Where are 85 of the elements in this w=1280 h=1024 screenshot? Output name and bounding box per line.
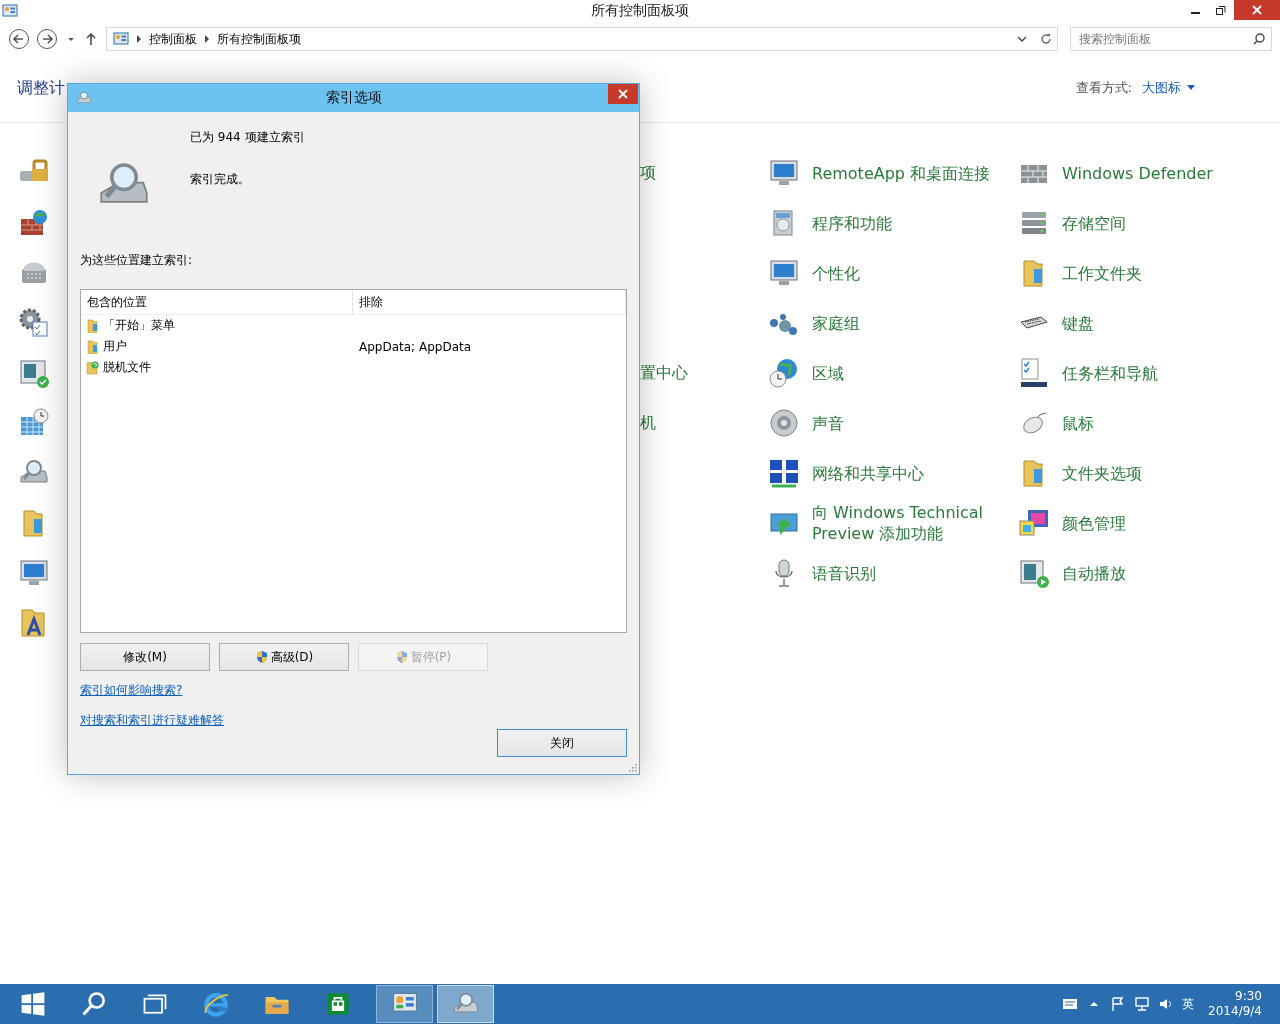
- refresh-icon[interactable]: [1039, 32, 1053, 46]
- close-button[interactable]: [1234, 0, 1280, 20]
- control-panel-link[interactable]: 向 Windows Technical Preview 添加功能: [812, 502, 997, 544]
- network-icon: [768, 457, 800, 489]
- control-panel-link[interactable]: 机: [640, 412, 656, 434]
- window-title: 所有控制面板项: [591, 2, 689, 18]
- control-panel-icon: [2, 3, 18, 19]
- control-panel-link[interactable]: 自动播放: [1062, 562, 1126, 584]
- control-panel-link[interactable]: 区域: [812, 362, 844, 384]
- close-button[interactable]: [608, 84, 638, 104]
- folder-icon: [85, 317, 101, 334]
- page-heading: 调整计: [17, 77, 65, 99]
- shield-icon: [254, 650, 269, 664]
- clock-time: 9:30: [1235, 989, 1262, 1004]
- network-icon[interactable]: [1134, 996, 1151, 1012]
- index-count-text: 已为 944 项建立索引: [190, 129, 305, 146]
- clock[interactable]: 9:30 2014/9/4: [1208, 989, 1262, 1019]
- close-icon: [1252, 5, 1262, 15]
- breadcrumb[interactable]: 所有控制面板项: [217, 30, 301, 48]
- control-panel-link[interactable]: 家庭组: [812, 312, 860, 334]
- control-panel-link[interactable]: 键盘: [1062, 312, 1094, 334]
- dialog-button[interactable]: 高级(D): [219, 643, 349, 671]
- checklist-icon: [1018, 357, 1050, 389]
- back-icon[interactable]: [8, 28, 30, 50]
- clock-date: 2014/9/4: [1208, 1004, 1262, 1019]
- minimize-icon: [1190, 12, 1200, 14]
- search-icon: [79, 990, 108, 1018]
- folder-sync-icon: [85, 359, 101, 376]
- control-panel-link[interactable]: 置中心: [640, 362, 688, 384]
- index-status-text: 索引完成。: [190, 171, 251, 188]
- dialog-button[interactable]: 修改(M): [80, 643, 210, 671]
- control-panel-link[interactable]: 项: [640, 162, 656, 184]
- help-link[interactable]: 索引如何影响搜索?: [80, 682, 183, 699]
- control-panel-link[interactable]: 存储空间: [1062, 212, 1126, 234]
- search-icon[interactable]: [1252, 32, 1266, 46]
- globe-clock-icon: [768, 357, 800, 389]
- gear-checklist-icon: [18, 307, 50, 339]
- control-panel-link[interactable]: 语音识别: [812, 562, 876, 584]
- excluded-text: AppData; AppData: [359, 339, 472, 354]
- control-panel-link[interactable]: 网络和共享中心: [812, 462, 924, 484]
- chevron-icon: [203, 35, 211, 43]
- control-panel-link[interactable]: 文件夹选项: [1062, 462, 1142, 484]
- view-by-label: 查看方式:: [1075, 79, 1132, 97]
- control-panel-link[interactable]: 工作文件夹: [1062, 262, 1142, 284]
- control-panel-link[interactable]: Windows Defender: [1062, 162, 1213, 184]
- resize-grip-icon[interactable]: [627, 762, 637, 772]
- browser-e-icon: [201, 990, 230, 1018]
- column-header[interactable]: 排除: [353, 290, 626, 315]
- taskbar-button[interactable]: [376, 985, 433, 1023]
- address-bar[interactable]: 控制面板 所有控制面板项: [106, 27, 1058, 51]
- close-icon: [618, 89, 628, 99]
- control-panel-link[interactable]: 声音: [812, 412, 844, 434]
- dialog-title: 索引选项: [325, 89, 382, 105]
- help-link[interactable]: 对搜索和索引进行疑难解答: [80, 712, 224, 729]
- locations-label: 为这些位置建立索引:: [80, 252, 194, 269]
- control-panel-link[interactable]: 鼠标: [1062, 412, 1094, 434]
- search-field[interactable]: 搜索控制面板: [1070, 27, 1272, 51]
- control-panel-link[interactable]: 个性化: [812, 262, 860, 284]
- up-arrow-icon[interactable]: [84, 32, 98, 46]
- control-panel-link[interactable]: RemoteApp 和桌面连接: [812, 162, 991, 184]
- location-name[interactable]: 用户: [103, 338, 127, 355]
- monitor-check-icon: [18, 357, 50, 389]
- column-header[interactable]: 包含的位置: [81, 290, 353, 315]
- location-name[interactable]: 「开始」菜单: [103, 317, 175, 334]
- forward-icon[interactable]: [36, 28, 58, 50]
- speaker-icon: [768, 407, 800, 439]
- input-method-indicator[interactable]: 英: [1182, 995, 1195, 1013]
- caret-icon: [1187, 85, 1195, 91]
- restore-icon: [1216, 5, 1226, 15]
- folder-icon: [85, 338, 101, 355]
- control-panel-link[interactable]: 颜色管理: [1062, 512, 1126, 534]
- monitor-play-icon: [1018, 557, 1050, 589]
- shield-icon: [394, 650, 409, 664]
- color-monitor-icon: [1018, 507, 1050, 539]
- control-panel-link[interactable]: 程序和功能: [812, 212, 892, 234]
- drive-magnifier-icon: [76, 90, 92, 106]
- close-dialog-button[interactable]: 关闭: [497, 729, 627, 757]
- view-by-dropdown[interactable]: 大图标: [1142, 79, 1195, 97]
- breadcrumb[interactable]: 控制面板: [149, 30, 197, 48]
- control-panel-icon: [113, 31, 129, 47]
- notification-icon[interactable]: [1062, 996, 1079, 1012]
- control-panel-link[interactable]: 任务栏和导航: [1062, 362, 1158, 384]
- taskbar-button[interactable]: [437, 985, 494, 1023]
- chevron-icon: [135, 35, 143, 43]
- location-name[interactable]: 脱机文件: [103, 359, 151, 376]
